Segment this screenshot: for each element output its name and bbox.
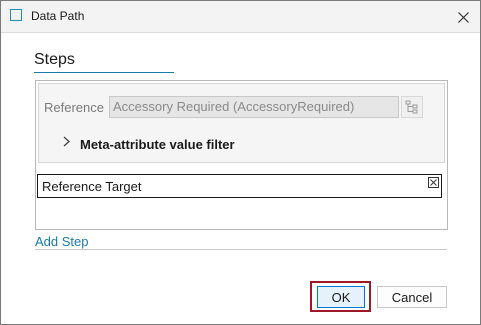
reference-label: Reference bbox=[44, 100, 104, 115]
reference-target-label: Reference Target bbox=[42, 179, 142, 194]
remove-target-button[interactable] bbox=[428, 177, 439, 188]
meta-attribute-filter-label[interactable]: Meta-attribute value filter bbox=[80, 137, 235, 152]
data-path-dialog: Data Path Steps Reference Accessory Requ… bbox=[0, 0, 481, 325]
steps-title-underline bbox=[34, 72, 174, 73]
cancel-button[interactable]: Cancel bbox=[377, 286, 447, 308]
reference-picker-button[interactable] bbox=[401, 96, 423, 118]
ok-button[interactable]: OK bbox=[317, 286, 365, 308]
title-bar: Data Path bbox=[1, 1, 480, 33]
add-step-divider bbox=[35, 249, 447, 250]
reference-target-row[interactable]: Reference Target bbox=[37, 174, 442, 198]
window-icon bbox=[10, 9, 22, 21]
tree-picker-icon bbox=[405, 100, 418, 114]
close-button[interactable] bbox=[452, 6, 474, 28]
step-card: Reference Accessory Required (AccessoryR… bbox=[38, 83, 445, 163]
dialog-body: Steps Reference Accessory Required (Acce… bbox=[1, 33, 480, 324]
steps-panel: Reference Accessory Required (AccessoryR… bbox=[35, 80, 448, 230]
reference-field[interactable]: Accessory Required (AccessoryRequired) bbox=[109, 96, 399, 118]
add-step-link[interactable]: Add Step bbox=[35, 234, 89, 249]
close-box-icon bbox=[428, 177, 439, 188]
filter-expander[interactable] bbox=[61, 135, 71, 147]
steps-title: Steps bbox=[34, 51, 75, 68]
window-title: Data Path bbox=[31, 9, 85, 23]
chevron-right-icon bbox=[63, 136, 70, 146]
close-icon bbox=[457, 11, 469, 23]
